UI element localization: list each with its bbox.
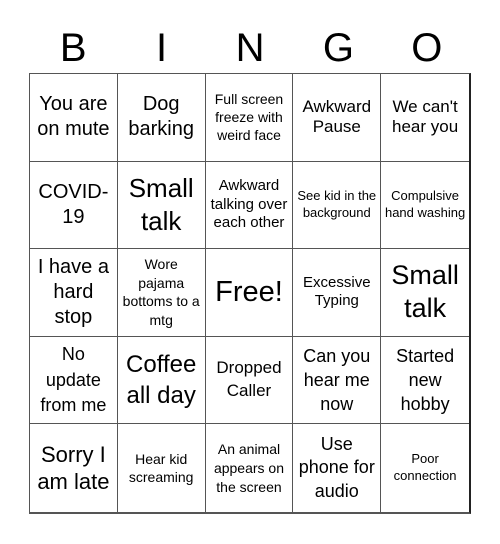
cell-text: I have a hard stop	[37, 255, 109, 328]
bingo-cell[interactable]: Use phone for audio	[293, 424, 382, 512]
cell-text: Sorry I am late	[37, 441, 110, 495]
bingo-cell[interactable]: Compulsive hand washing	[381, 162, 469, 250]
header-letter-o: O	[411, 26, 443, 70]
cell-text: Can you hear me now	[303, 345, 371, 415]
header-letter-n: N	[235, 26, 265, 70]
bingo-cell[interactable]: Sorry I am late	[30, 424, 118, 512]
bingo-cell[interactable]: Can you hear me now	[293, 336, 382, 425]
cell-text: Awkward Pause	[302, 96, 372, 137]
bingo-cell[interactable]: COVID-19	[30, 161, 118, 250]
bingo-cell[interactable]: We can't hear you	[381, 74, 469, 162]
bingo-header: B I N G O	[29, 24, 471, 72]
bingo-cell[interactable]: No update from me	[30, 336, 118, 425]
cell-text: Compulsive hand washing	[384, 188, 466, 220]
bingo-cell[interactable]: Wore pajama bottoms to a mtg	[117, 249, 206, 337]
bingo-cell[interactable]: Awkward Pause	[293, 74, 382, 162]
cell-text: An animal appears on the screen	[213, 440, 285, 495]
bingo-cell[interactable]: See kid in the background	[293, 161, 382, 250]
cell-text: See kid in the background	[297, 188, 377, 220]
cell-text: Started new hobby	[396, 345, 455, 415]
cell-text: Dropped Caller	[216, 358, 282, 401]
cell-text: Excessive Typing	[303, 273, 371, 310]
cell-text: Small talk	[128, 173, 194, 236]
bingo-cell[interactable]: Full screen freeze with weird face	[205, 74, 294, 162]
cell-text: Use phone for audio	[298, 434, 375, 501]
cell-text: We can't hear you	[392, 96, 459, 137]
cell-text: Wore pajama bottoms to a mtg	[122, 255, 200, 329]
header-letter-g: G	[322, 26, 354, 70]
cell-text: Coffee all day	[126, 350, 197, 410]
cell-text: Free!	[215, 276, 283, 309]
cell-text: COVID-19	[38, 180, 109, 228]
bingo-cell[interactable]: Started new hobby	[381, 337, 469, 425]
cell-text: No update from me	[40, 344, 107, 415]
cell-text: Full screen freeze with weird face	[214, 91, 284, 144]
bingo-cell[interactable]: I have a hard stop	[30, 249, 118, 337]
cell-text: Dog barking	[128, 93, 194, 141]
bingo-card-grid: You are on mute Dog barking Full screen …	[29, 73, 471, 514]
header-letter-b: B	[59, 26, 87, 70]
cell-text: Small talk	[391, 259, 459, 324]
cell-text: Awkward talking over each other	[210, 176, 288, 232]
bingo-cell[interactable]: An animal appears on the screen	[206, 424, 294, 512]
cell-text: Poor connection	[393, 451, 457, 484]
bingo-cell[interactable]: Dog barking	[117, 74, 206, 162]
bingo-cell[interactable]: Coffee all day	[117, 336, 206, 425]
cell-text: Hear kid screaming	[128, 451, 194, 486]
bingo-cell[interactable]: Excessive Typing	[293, 249, 382, 337]
header-letter-i: I	[156, 26, 168, 70]
bingo-cell[interactable]: Hear kid screaming	[118, 424, 206, 512]
bingo-cell[interactable]: Poor connection	[381, 424, 469, 512]
bingo-cell[interactable]: Small talk	[381, 249, 469, 337]
free-space[interactable]: Free!	[205, 249, 294, 337]
bingo-cell[interactable]: Small talk	[117, 161, 206, 250]
bingo-cell[interactable]: Awkward talking over each other	[205, 161, 294, 250]
bingo-cell[interactable]: Dropped Caller	[205, 336, 294, 425]
cell-text: You are on mute	[37, 93, 110, 141]
bingo-cell[interactable]: You are on mute	[30, 74, 118, 162]
